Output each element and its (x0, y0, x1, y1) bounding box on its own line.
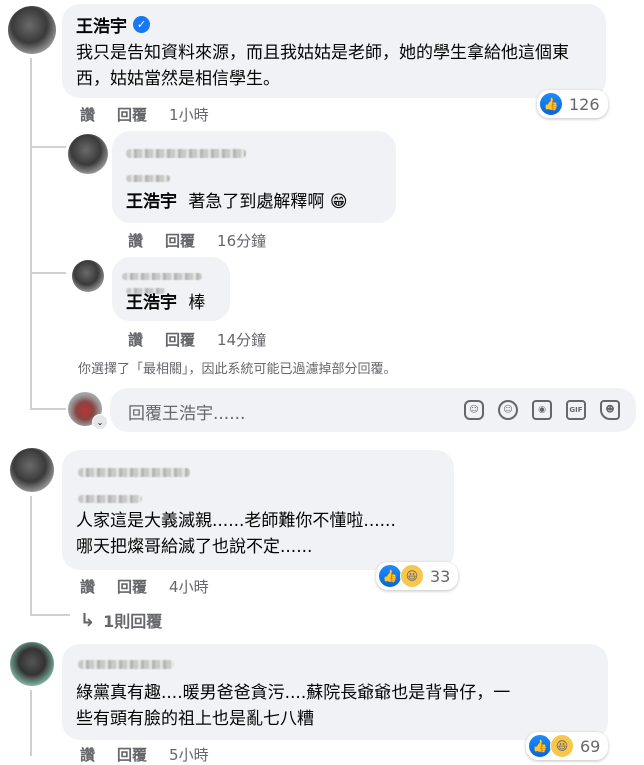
like-reaction-icon: 👍 (528, 734, 552, 758)
reply-bubble: 王浩宇 棒 (112, 257, 230, 321)
haha-reaction-icon: 😆 (550, 734, 574, 758)
thread-line (30, 690, 32, 756)
redacted-name (78, 654, 174, 673)
emoji-icon[interactable]: ☺ (498, 400, 518, 420)
reply-button[interactable]: 回覆 (117, 744, 147, 765)
comment-actions: 讚 回覆 4小時 (80, 576, 209, 597)
avatar-sticker-icon[interactable]: ☺ (464, 400, 484, 420)
thread-connector (30, 272, 66, 274)
grin-emoji-icon: 😁 (329, 192, 348, 212)
reaction-count: 126 (569, 94, 600, 114)
comment-bubble: 人家這是大義滅親......老師難你不懂啦...... 哪天把燦哥給滅了也說不定… (62, 450, 454, 570)
filter-notice: 你選擇了「最相關」，因此系統可能已過濾掉部分回覆。 (78, 362, 397, 377)
comment-author[interactable]: 王浩宇 (76, 12, 127, 37)
avatar[interactable] (10, 642, 54, 686)
avatar[interactable] (68, 134, 108, 174)
like-button[interactable]: 讚 (80, 104, 95, 125)
comment-text-line: 哪天把燦哥給滅了也說不定...... (76, 537, 313, 557)
reply-timestamp[interactable]: 16分鐘 (217, 230, 266, 251)
mention-link[interactable]: 王浩宇 (126, 192, 177, 212)
redacted-name (126, 143, 246, 162)
like-reaction-icon: 👍 (539, 92, 563, 116)
camera-icon[interactable]: ◉ (532, 400, 552, 420)
reply-button[interactable]: 回覆 (117, 576, 147, 597)
reaction-count: 69 (580, 736, 601, 756)
reply-text: 棒 (188, 293, 206, 313)
comment-timestamp[interactable]: 5小時 (169, 744, 209, 765)
thread-connector (30, 614, 70, 616)
reply-text-line: 王浩宇 著急了到處解釋啊 😁 (126, 189, 348, 215)
thread-connector (30, 408, 66, 410)
sticker-icon[interactable]: ☻ (600, 400, 620, 420)
reply-arrow-icon: ↳ (80, 609, 96, 631)
like-button[interactable]: 讚 (128, 230, 143, 251)
like-button[interactable]: 讚 (80, 744, 95, 765)
reply-text: 著急了到處解釋啊 (188, 192, 325, 212)
composer-placeholder[interactable]: 回覆王浩宇...... (128, 399, 245, 424)
reply-timestamp[interactable]: 14分鐘 (217, 329, 266, 350)
reaction-summary[interactable]: 👍 126 (537, 90, 608, 118)
avatar[interactable] (72, 260, 104, 292)
composer-tools: ☺ ☺ ◉ GIF ☻ (464, 400, 620, 420)
thread-connector (30, 146, 66, 148)
reaction-summary[interactable]: 👍 😆 33 (376, 562, 459, 590)
verified-badge-icon: ✓ (133, 16, 150, 33)
comment-text-line: 人家這是大義滅親......老師難你不懂啦...... (76, 511, 396, 531)
comment-timestamp[interactable]: 4小時 (169, 576, 209, 597)
comment-text-line: 綠黨真有趣....暖男爸爸貪污....蘇院長爺爺也是背骨仔，一 (76, 683, 511, 703)
redacted-name (78, 462, 190, 481)
haha-reaction-icon: 😆 (400, 564, 424, 588)
thread-line (30, 58, 32, 410)
mention-link[interactable]: 王浩宇 (126, 293, 177, 313)
reply-composer[interactable]: 回覆王浩宇...... ☺ ☺ ◉ GIF ☻ (110, 388, 636, 432)
reaction-count: 33 (430, 566, 451, 586)
reply-bubble: 王浩宇 著急了到處解釋啊 😁 (112, 131, 396, 223)
gif-icon[interactable]: GIF (566, 400, 586, 420)
replies-count-label[interactable]: 1則回覆 (103, 608, 162, 632)
redacted-subtext (78, 488, 142, 507)
comment-actions: 讚 回覆 1小時 (80, 104, 209, 125)
reply-actions: 讚 回覆 14分鐘 (128, 329, 266, 350)
redacted-subtext (126, 167, 170, 186)
view-replies-link[interactable]: ↳ 1則回覆 (80, 608, 162, 632)
thread-line (30, 496, 32, 616)
comment-bubble: 王浩宇 ✓ 我只是告知資料來源，而且我姑姑是老師，她的學生拿給他這個東西，姑姑當… (62, 4, 606, 98)
like-button[interactable]: 讚 (80, 576, 95, 597)
comment-bubble: 綠黨真有趣....暖男爸爸貪污....蘇院長爺爺也是背骨仔，一 些有頭有臉的祖上… (62, 644, 608, 740)
reply-actions: 讚 回覆 16分鐘 (128, 230, 266, 251)
reply-button[interactable]: 回覆 (117, 104, 147, 125)
comment-timestamp[interactable]: 1小時 (169, 104, 209, 125)
comment-actions: 讚 回覆 5小時 (80, 744, 209, 765)
like-reaction-icon: 👍 (378, 564, 402, 588)
comment-text-line: 些有頭有臉的祖上也是亂七八糟 (76, 709, 314, 729)
avatar[interactable] (10, 448, 54, 492)
comment-text: 我只是告知資料來源，而且我姑姑是老師，她的學生拿給他這個東西，姑姑當然是相信學生… (76, 43, 569, 89)
reply-button[interactable]: 回覆 (165, 329, 195, 350)
like-button[interactable]: 讚 (128, 329, 143, 350)
composer-avatar-menu-icon[interactable]: ⌄ (92, 414, 108, 430)
reply-text-line: 王浩宇 棒 (126, 290, 205, 316)
reply-button[interactable]: 回覆 (165, 230, 195, 251)
avatar[interactable] (8, 6, 56, 54)
